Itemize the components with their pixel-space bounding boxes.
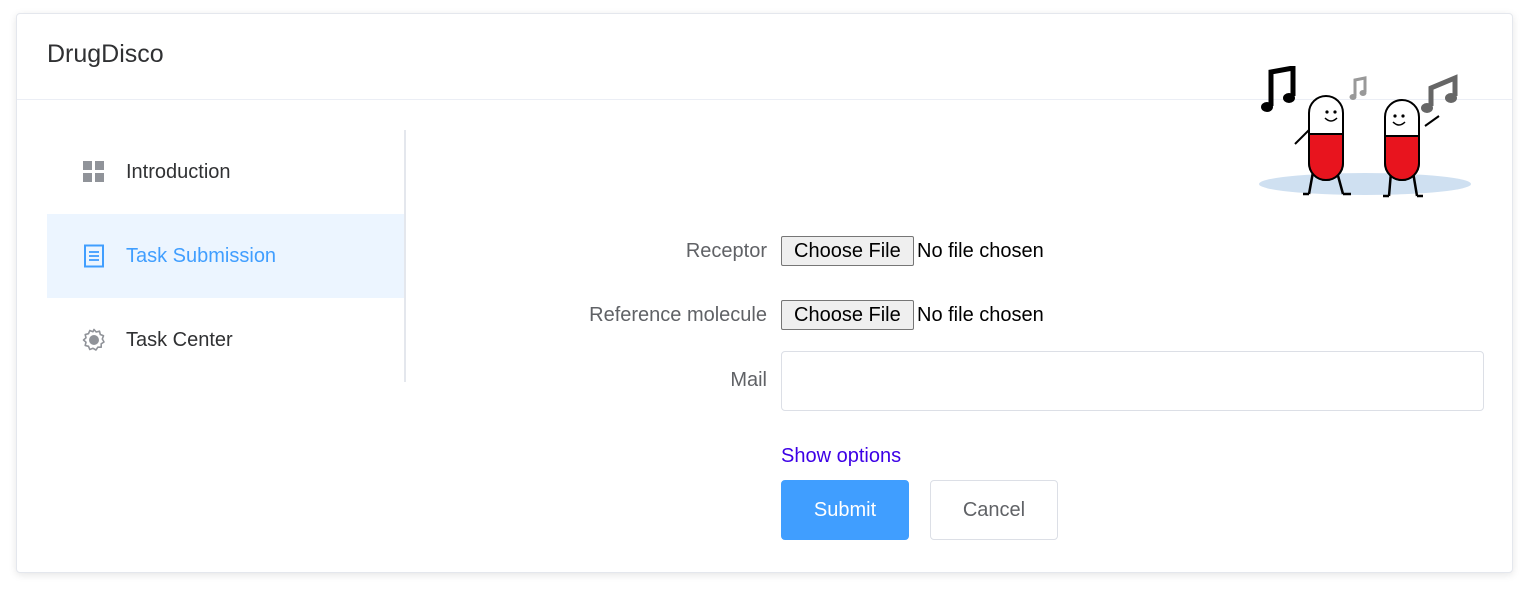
- receptor-label: Receptor: [685, 240, 767, 262]
- reference-molecule-row: Reference molecule Choose File No file c…: [417, 300, 1497, 332]
- sidebar-item-label: Introduction: [126, 161, 231, 183]
- mail-label: Mail: [730, 369, 767, 391]
- mail-input[interactable]: [781, 351, 1484, 411]
- receptor-choose-file-button[interactable]: Choose File: [781, 236, 914, 266]
- sidebar-item-task-center[interactable]: Task Center: [47, 298, 404, 382]
- grid-icon: [83, 161, 104, 182]
- sidebar-item-introduction[interactable]: Introduction: [47, 130, 404, 214]
- show-options-link[interactable]: Show options: [781, 445, 901, 468]
- gear-icon: [82, 328, 105, 351]
- reference-molecule-label: Reference molecule: [589, 304, 767, 326]
- sidebar-item-task-submission[interactable]: Task Submission: [47, 214, 404, 298]
- sidebar-menu: Introduction Task Submission Task Center: [47, 130, 406, 382]
- reference-molecule-choose-file-button[interactable]: Choose File: [781, 300, 914, 330]
- reference-molecule-file-status: No file chosen: [917, 304, 1044, 326]
- music-note-gray-icon: [1421, 74, 1458, 113]
- sidebar-item-label: Task Center: [126, 329, 233, 351]
- music-note-small-icon: [1349, 76, 1367, 100]
- dancing-pills-illustration: [1259, 66, 1471, 198]
- app-title: DrugDisco: [47, 40, 164, 68]
- receptor-file-status: No file chosen: [917, 240, 1044, 262]
- submit-button[interactable]: Submit: [781, 480, 909, 540]
- receptor-row: Receptor Choose File No file chosen: [417, 236, 1497, 268]
- music-note-icon: [1261, 66, 1296, 112]
- cancel-button[interactable]: Cancel: [930, 480, 1058, 540]
- mail-row: Mail: [417, 351, 1497, 411]
- document-icon: [84, 244, 104, 268]
- sidebar-item-label: Task Submission: [126, 245, 277, 267]
- main-card: DrugDisco Introduction Task Submission T…: [16, 13, 1513, 573]
